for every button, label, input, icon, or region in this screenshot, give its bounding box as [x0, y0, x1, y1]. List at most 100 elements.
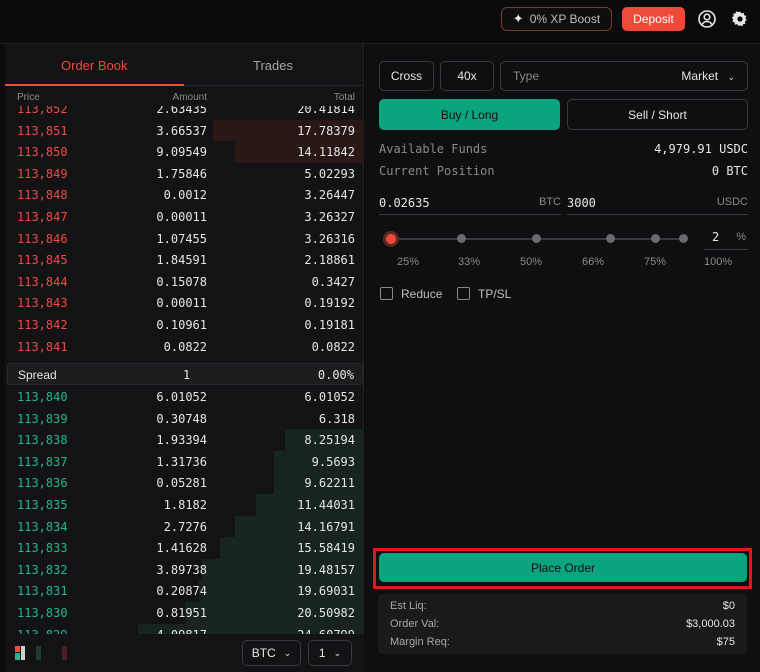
tpsl-checkbox[interactable]: [457, 287, 470, 300]
row-total: 6.318: [318, 411, 355, 426]
slider-step-dot[interactable]: [651, 234, 660, 243]
asset-select-value: BTC: [251, 646, 276, 660]
row-total: 0.19192: [304, 296, 355, 311]
row-price: 113,838: [17, 433, 68, 448]
size-btc-input[interactable]: 0.02635 BTC: [379, 192, 561, 214]
bid-row[interactable]: 113,835 1.8182 11.44031: [5, 494, 364, 516]
bid-row[interactable]: 113,830 0.81951 20.50982: [5, 602, 364, 624]
row-total: 17.78379: [297, 123, 355, 138]
book-bids-icon[interactable]: [36, 646, 41, 660]
row-total: 9.5693: [311, 454, 355, 469]
asset-select[interactable]: BTC ⌄: [242, 640, 301, 666]
current-position-value: 0 BTC: [711, 164, 748, 178]
available-funds-value: 4,979.91 USDC: [654, 142, 748, 156]
bid-row[interactable]: 113,837 1.31736 9.5693: [5, 450, 364, 473]
active-tab-indicator: [5, 84, 184, 86]
sell-short-button[interactable]: Sell / Short: [567, 99, 748, 130]
order-type-select[interactable]: Type Market ⌄: [500, 61, 748, 91]
bid-row[interactable]: 113,840 6.01052 6.01052: [5, 386, 364, 408]
order-book-rows: 113,852 2.63435 20.41814 113,851 3.66537 17.7…: [5, 106, 364, 672]
row-amount: 6.01052: [156, 390, 207, 404]
size-slider-handle[interactable]: [383, 231, 399, 247]
slider-step-dot[interactable]: [606, 234, 615, 243]
row-amount: 0.30748: [156, 411, 207, 426]
ask-row[interactable]: 113,841 0.0822 0.0822: [5, 336, 364, 358]
slider-step-33[interactable]: 33%: [458, 256, 480, 268]
leverage-button[interactable]: 40x: [440, 61, 494, 91]
ask-row[interactable]: 113,848 0.0012 3.26447: [5, 184, 364, 206]
size-usdc-value: 3000: [567, 196, 596, 210]
row-total: 14.16791: [297, 519, 355, 534]
gear-icon[interactable]: [730, 9, 750, 29]
bid-row[interactable]: 113,836 0.05281 9.62211: [5, 472, 364, 494]
row-total: 0.19181: [304, 318, 355, 332]
deposit-button[interactable]: Deposit: [622, 7, 685, 31]
ask-row[interactable]: 113,852 2.63435 20.41814: [5, 106, 364, 120]
slider-step-dot[interactable]: [679, 234, 688, 243]
row-amount: 0.00011: [156, 296, 207, 311]
slider-step-100[interactable]: 100%: [704, 256, 732, 268]
row-price: 113,832: [17, 562, 68, 577]
order-type-value: Market: [681, 69, 719, 83]
row-amount: 1.8182: [163, 498, 207, 512]
bid-row[interactable]: 113,839 0.30748 6.318: [5, 408, 364, 430]
bid-row[interactable]: 113,833 1.41628 15.58419: [5, 537, 364, 559]
ask-row[interactable]: 113,844 0.15078 0.3427: [5, 271, 364, 293]
slider-step-50[interactable]: 50%: [520, 256, 542, 268]
chevron-down-icon: ⌄: [283, 647, 292, 658]
xp-boost-button[interactable]: ✦ 0% XP Boost: [501, 7, 612, 31]
slider-step-66[interactable]: 66%: [582, 256, 604, 268]
row-total: 14.11842: [297, 145, 355, 160]
size-usdc-input[interactable]: 3000 USDC: [567, 192, 748, 214]
book-asks-icon[interactable]: [62, 646, 67, 660]
row-total: 11.44031: [297, 498, 355, 512]
book-layout-icon[interactable]: [15, 646, 25, 660]
account-icon[interactable]: [697, 9, 717, 29]
bid-row[interactable]: 113,832 3.89738 19.48157: [5, 558, 364, 581]
slider-step-25[interactable]: 25%: [397, 256, 419, 268]
reduce-checkbox[interactable]: [380, 287, 393, 300]
row-amount: 3.66537: [156, 123, 207, 138]
place-order-button[interactable]: Place Order: [379, 553, 747, 582]
row-amount: 0.10961: [156, 318, 207, 332]
tab-order-book[interactable]: Order Book: [61, 58, 127, 73]
row-amount: 2.63435: [156, 106, 207, 116]
row-total: 2.18861: [304, 253, 355, 268]
tpsl-label: TP/SL: [478, 287, 512, 301]
slider-step-75[interactable]: 75%: [644, 256, 666, 268]
grouping-select[interactable]: 1 ⌄: [308, 640, 352, 666]
row-total: 9.62211: [304, 476, 355, 491]
trade-panel: Cross 40x Type Market ⌄ Buy / Long Sell …: [365, 44, 760, 672]
ask-row[interactable]: 113,851 3.66537 17.78379: [5, 119, 364, 142]
margin-req-label: Margin Req:: [390, 636, 450, 648]
bid-row[interactable]: 113,838 1.93394 8.25194: [5, 429, 364, 451]
buy-long-button[interactable]: Buy / Long: [379, 99, 560, 130]
row-total: 0.3427: [311, 274, 355, 289]
order-type-value-wrap: Market ⌄: [681, 69, 735, 83]
order-type-label: Type: [513, 69, 540, 83]
ask-row[interactable]: 113,845 1.84591 2.18861: [5, 249, 364, 271]
ask-row[interactable]: 113,846 1.07455 3.26316: [5, 228, 364, 250]
slider-step-dot[interactable]: [457, 234, 466, 243]
row-amount: 9.09549: [156, 145, 207, 160]
slider-step-dot[interactable]: [532, 234, 541, 243]
bid-row[interactable]: 113,831 0.20874 19.69031: [5, 580, 364, 602]
row-price: 113,844: [17, 274, 68, 289]
row-amount: 1.84591: [156, 253, 207, 268]
bid-row[interactable]: 113,834 2.7276 14.16791: [5, 515, 364, 538]
row-price: 113,837: [17, 454, 68, 469]
ask-row[interactable]: 113,847 0.00011 3.26327: [5, 206, 364, 228]
size-btc-value: 0.02635: [379, 196, 430, 210]
available-funds-label: Available Funds: [379, 142, 488, 156]
ask-row[interactable]: 113,842 0.10961 0.19181: [5, 314, 364, 336]
ask-row[interactable]: 113,849 1.75846 5.02293: [5, 163, 364, 185]
ask-row[interactable]: 113,843 0.00011 0.19192: [5, 292, 364, 314]
row-price: 113,839: [17, 411, 68, 426]
row-total: 20.50982: [297, 606, 355, 620]
tab-trades[interactable]: Trades: [253, 58, 293, 73]
spread-percent: 0.00%: [317, 368, 354, 382]
slider-percent-input[interactable]: 2 %: [704, 227, 748, 249]
ask-row[interactable]: 113,850 9.09549 14.11842: [5, 141, 364, 163]
order-value-value: $3,000.03: [686, 618, 735, 630]
margin-mode-button[interactable]: Cross: [379, 61, 434, 91]
